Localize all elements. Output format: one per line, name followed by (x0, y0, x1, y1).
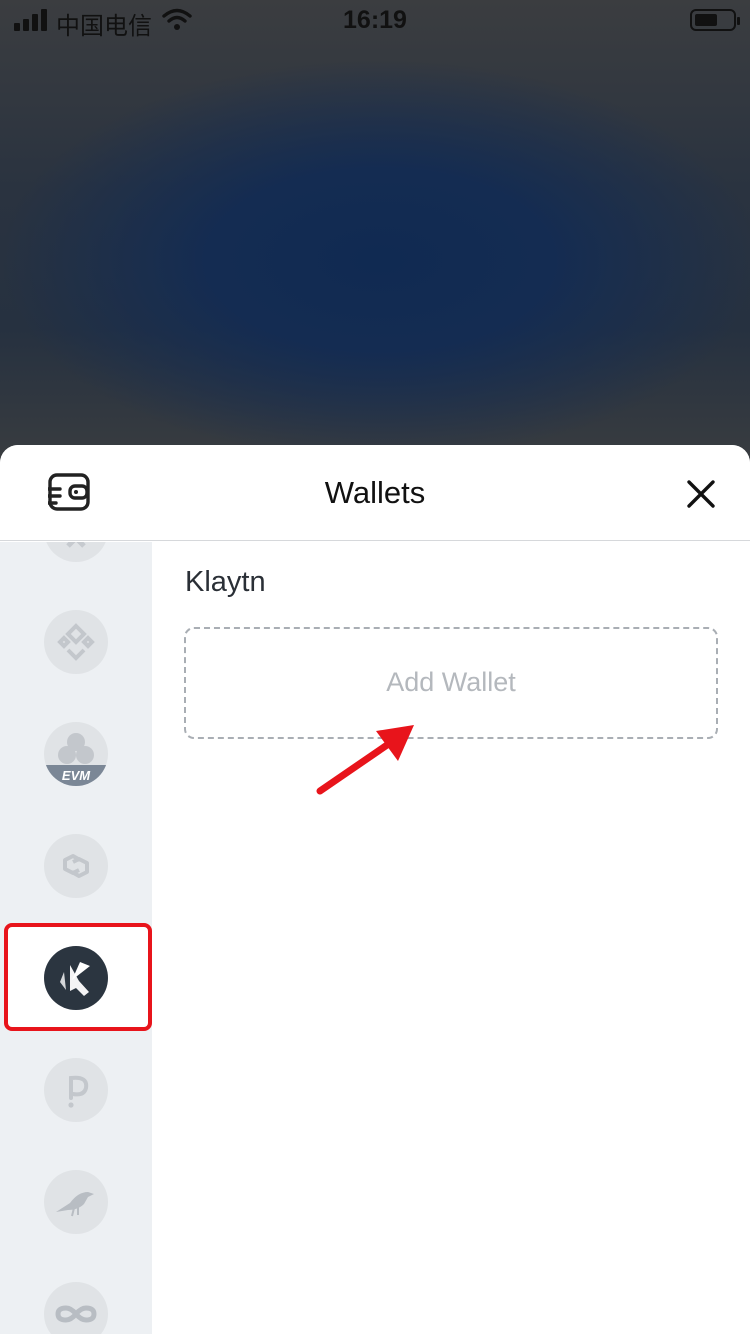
wallets-sheet: Wallets EVM Klaytn Add Wallet (0, 445, 750, 1334)
status-bar: 中国电信 16:19 (0, 0, 750, 40)
add-wallet-button[interactable]: Add Wallet (184, 627, 718, 739)
polkadot-icon[interactable] (44, 1058, 108, 1122)
status-time: 16:19 (343, 6, 407, 34)
chain-name: Klaytn (185, 566, 266, 598)
evm-badge-label: EVM (62, 768, 91, 783)
bnb-chain-icon[interactable] (44, 610, 108, 674)
chain-sidebar: EVM (0, 542, 152, 1334)
polygon-icon[interactable] (44, 834, 108, 898)
close-icon[interactable] (684, 477, 718, 511)
infinity-chain-icon[interactable] (44, 1282, 108, 1334)
evm-icon[interactable]: EVM (44, 722, 108, 786)
blurred-background (0, 0, 750, 470)
klaytn-icon[interactable] (44, 946, 108, 1010)
annotation-arrow-icon (316, 725, 414, 795)
wallet-content: Klaytn Add Wallet (152, 542, 750, 1334)
battery-icon (690, 9, 740, 31)
sheet-title: Wallets (324, 475, 426, 510)
chain-partial-icon[interactable] (44, 542, 108, 562)
add-wallet-label: Add Wallet (386, 667, 516, 697)
bird-chain-icon[interactable] (44, 1170, 108, 1234)
sheet-header: Wallets (0, 445, 750, 541)
